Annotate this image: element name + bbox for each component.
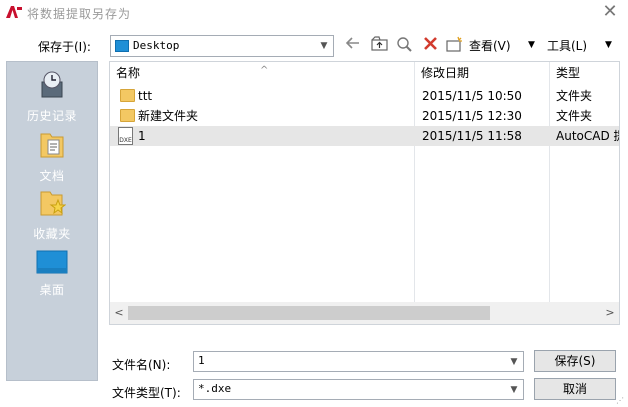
table-row[interactable]: 新建文件夹 2015/11/5 12:30 文件夹 — [110, 106, 619, 126]
delete-x-icon — [423, 37, 437, 50]
view-dropdown-arrow-icon[interactable]: ▼ — [528, 40, 535, 50]
place-documents[interactable]: 文档 — [7, 130, 97, 184]
save-in-label: 保存于(I): — [38, 40, 91, 54]
file-list[interactable]: 名称 ^ 修改日期 类型 ttt 2015/11/5 10:50 文件夹 新建文… — [109, 61, 620, 325]
folder-icon — [120, 109, 135, 122]
resize-grip-icon[interactable]: ⋰ — [616, 396, 626, 406]
sort-ascending-icon: ^ — [260, 65, 269, 76]
file-date: 2015/11/5 12:30 — [422, 109, 522, 123]
favorites-icon — [40, 191, 67, 216]
new-folder-icon — [445, 36, 462, 52]
search-icon — [396, 37, 412, 52]
column-header-date[interactable]: 修改日期 — [415, 62, 549, 84]
file-type: 文件夹 — [556, 109, 593, 123]
filename-label: 文件名(N): — [112, 358, 171, 372]
save-button[interactable]: 保存(S) — [534, 350, 616, 372]
place-desktop[interactable]: 桌面 — [7, 250, 97, 298]
desktop-folder-icon — [115, 40, 129, 52]
dxe-file-icon: DXE — [118, 127, 133, 145]
table-row[interactable]: DXE 1 2015/11/5 11:58 AutoCAD 提 — [110, 126, 619, 146]
horizontal-scrollbar[interactable]: < > — [110, 302, 619, 324]
back-button[interactable] — [344, 36, 362, 54]
column-header-name[interactable]: 名称 ^ — [110, 62, 414, 84]
place-history-label: 历史记录 — [26, 109, 77, 123]
filetype-combo[interactable]: *.dxe ▼ — [193, 379, 524, 400]
folder-icon — [120, 89, 135, 102]
cancel-button[interactable]: 取消 — [534, 378, 616, 400]
chevron-down-icon: ▼ — [320, 41, 328, 51]
tools-menu[interactable]: 工具(L) — [547, 37, 587, 54]
back-arrow-icon — [345, 37, 359, 49]
title-bar: 将数据提取另存为 ✕ — [0, 0, 628, 28]
place-history[interactable]: 历史记录 — [7, 70, 97, 124]
filename-combo[interactable]: 1 ▼ — [193, 351, 524, 372]
location-dropdown[interactable]: Desktop ▼ — [110, 35, 334, 57]
table-row[interactable]: ttt 2015/11/5 10:50 文件夹 — [110, 86, 619, 106]
place-documents-label: 文档 — [39, 169, 65, 183]
file-name: ttt — [138, 89, 153, 103]
up-folder-icon — [370, 36, 388, 51]
file-name: 1 — [138, 129, 146, 143]
chevron-down-icon[interactable]: ▼ — [507, 355, 521, 369]
filename-value: 1 — [198, 354, 205, 367]
file-type: AutoCAD 提 — [556, 129, 619, 143]
delete-button[interactable] — [421, 36, 439, 54]
desktop-icon — [36, 250, 68, 274]
chevron-down-icon[interactable]: ▼ — [507, 383, 521, 397]
tools-dropdown-arrow-icon[interactable]: ▼ — [605, 40, 612, 50]
file-name: 新建文件夹 — [138, 109, 199, 123]
place-favorites-label: 收藏夹 — [33, 227, 71, 241]
column-header-type[interactable]: 类型 — [550, 62, 619, 84]
autocad-app-icon — [5, 5, 23, 19]
window-title: 将数据提取另存为 — [27, 7, 132, 21]
scroll-left-arrow-icon[interactable]: < — [112, 305, 126, 321]
search-web-button[interactable] — [395, 36, 413, 54]
view-menu[interactable]: 查看(V) — [469, 37, 511, 54]
file-type: 文件夹 — [556, 89, 593, 103]
filetype-label: 文件类型(T): — [112, 386, 181, 400]
file-date: 2015/11/5 10:50 — [422, 89, 522, 103]
close-icon: ✕ — [602, 1, 618, 22]
new-folder-button[interactable] — [445, 36, 463, 54]
location-value: Desktop — [133, 39, 180, 52]
place-desktop-label: 桌面 — [39, 283, 65, 297]
history-icon — [41, 71, 63, 98]
documents-icon — [40, 133, 64, 158]
up-folder-button[interactable] — [370, 36, 388, 54]
place-favorites[interactable]: 收藏夹 — [7, 188, 97, 242]
scroll-right-arrow-icon[interactable]: > — [603, 305, 617, 321]
close-button[interactable]: ✕ — [600, 2, 620, 24]
places-sidebar: 历史记录 文档 收藏夹 桌面 — [6, 61, 98, 381]
file-date: 2015/11/5 11:58 — [422, 129, 522, 143]
filetype-value: *.dxe — [198, 382, 232, 395]
scrollbar-thumb[interactable] — [128, 306, 490, 320]
